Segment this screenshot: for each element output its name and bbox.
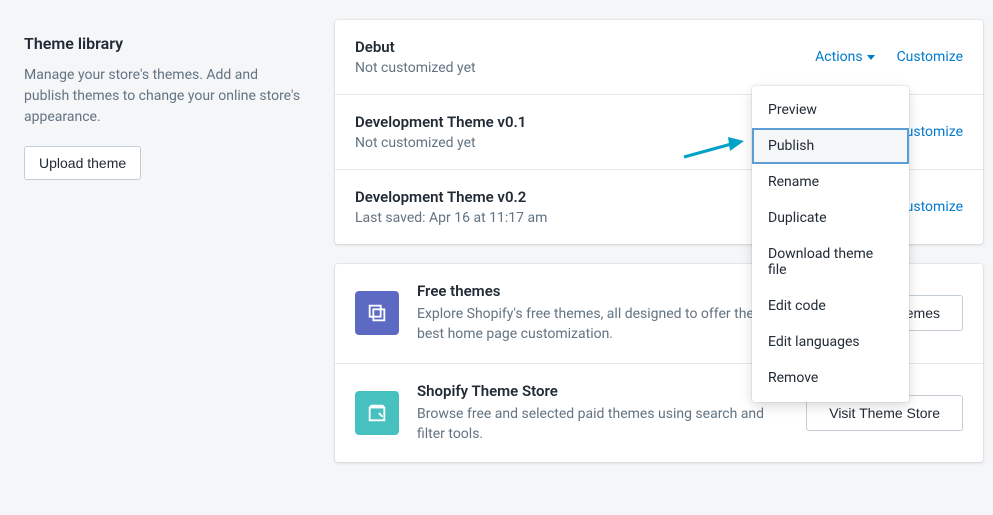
- theme-store-desc: Browse free and selected paid themes usi…: [417, 404, 776, 445]
- theme-name: Debut: [355, 38, 476, 56]
- theme-store-icon: [355, 391, 399, 435]
- free-themes-icon: [355, 291, 399, 335]
- dropdown-item-edit-languages[interactable]: Edit languages: [752, 324, 909, 360]
- free-themes-desc: Explore Shopify's free themes, all desig…: [417, 304, 762, 345]
- actions-label: Actions: [815, 49, 862, 65]
- upload-theme-button[interactable]: Upload theme: [24, 146, 141, 180]
- sidebar-description: Manage your store's themes. Add and publ…: [24, 65, 305, 128]
- theme-store-title: Shopify Theme Store: [417, 382, 776, 400]
- theme-row: Debut Not customized yet Actions Customi…: [335, 20, 983, 95]
- actions-dropdown-button[interactable]: Actions: [815, 49, 874, 65]
- sidebar-title: Theme library: [24, 34, 305, 53]
- customize-button[interactable]: Customize: [897, 49, 963, 65]
- dropdown-item-preview[interactable]: Preview: [752, 92, 909, 128]
- dropdown-item-download[interactable]: Download theme file: [752, 236, 909, 288]
- dropdown-item-publish[interactable]: Publish: [752, 128, 909, 164]
- theme-name: Development Theme v0.1: [355, 113, 526, 131]
- theme-subtitle: Not customized yet: [355, 135, 526, 151]
- dropdown-item-edit-code[interactable]: Edit code: [752, 288, 909, 324]
- actions-dropdown-menu: Preview Publish Rename Duplicate Downloa…: [752, 86, 909, 402]
- theme-name: Development Theme v0.2: [355, 188, 547, 206]
- dropdown-item-duplicate[interactable]: Duplicate: [752, 200, 909, 236]
- free-themes-title: Free themes: [417, 282, 762, 300]
- dropdown-item-rename[interactable]: Rename: [752, 164, 909, 200]
- dropdown-item-remove[interactable]: Remove: [752, 360, 909, 396]
- theme-subtitle: Last saved: Apr 16 at 11:17 am: [355, 210, 547, 226]
- theme-subtitle: Not customized yet: [355, 60, 476, 76]
- theme-library-sidebar: Theme library Manage your store's themes…: [10, 20, 315, 462]
- caret-down-icon: [867, 55, 875, 60]
